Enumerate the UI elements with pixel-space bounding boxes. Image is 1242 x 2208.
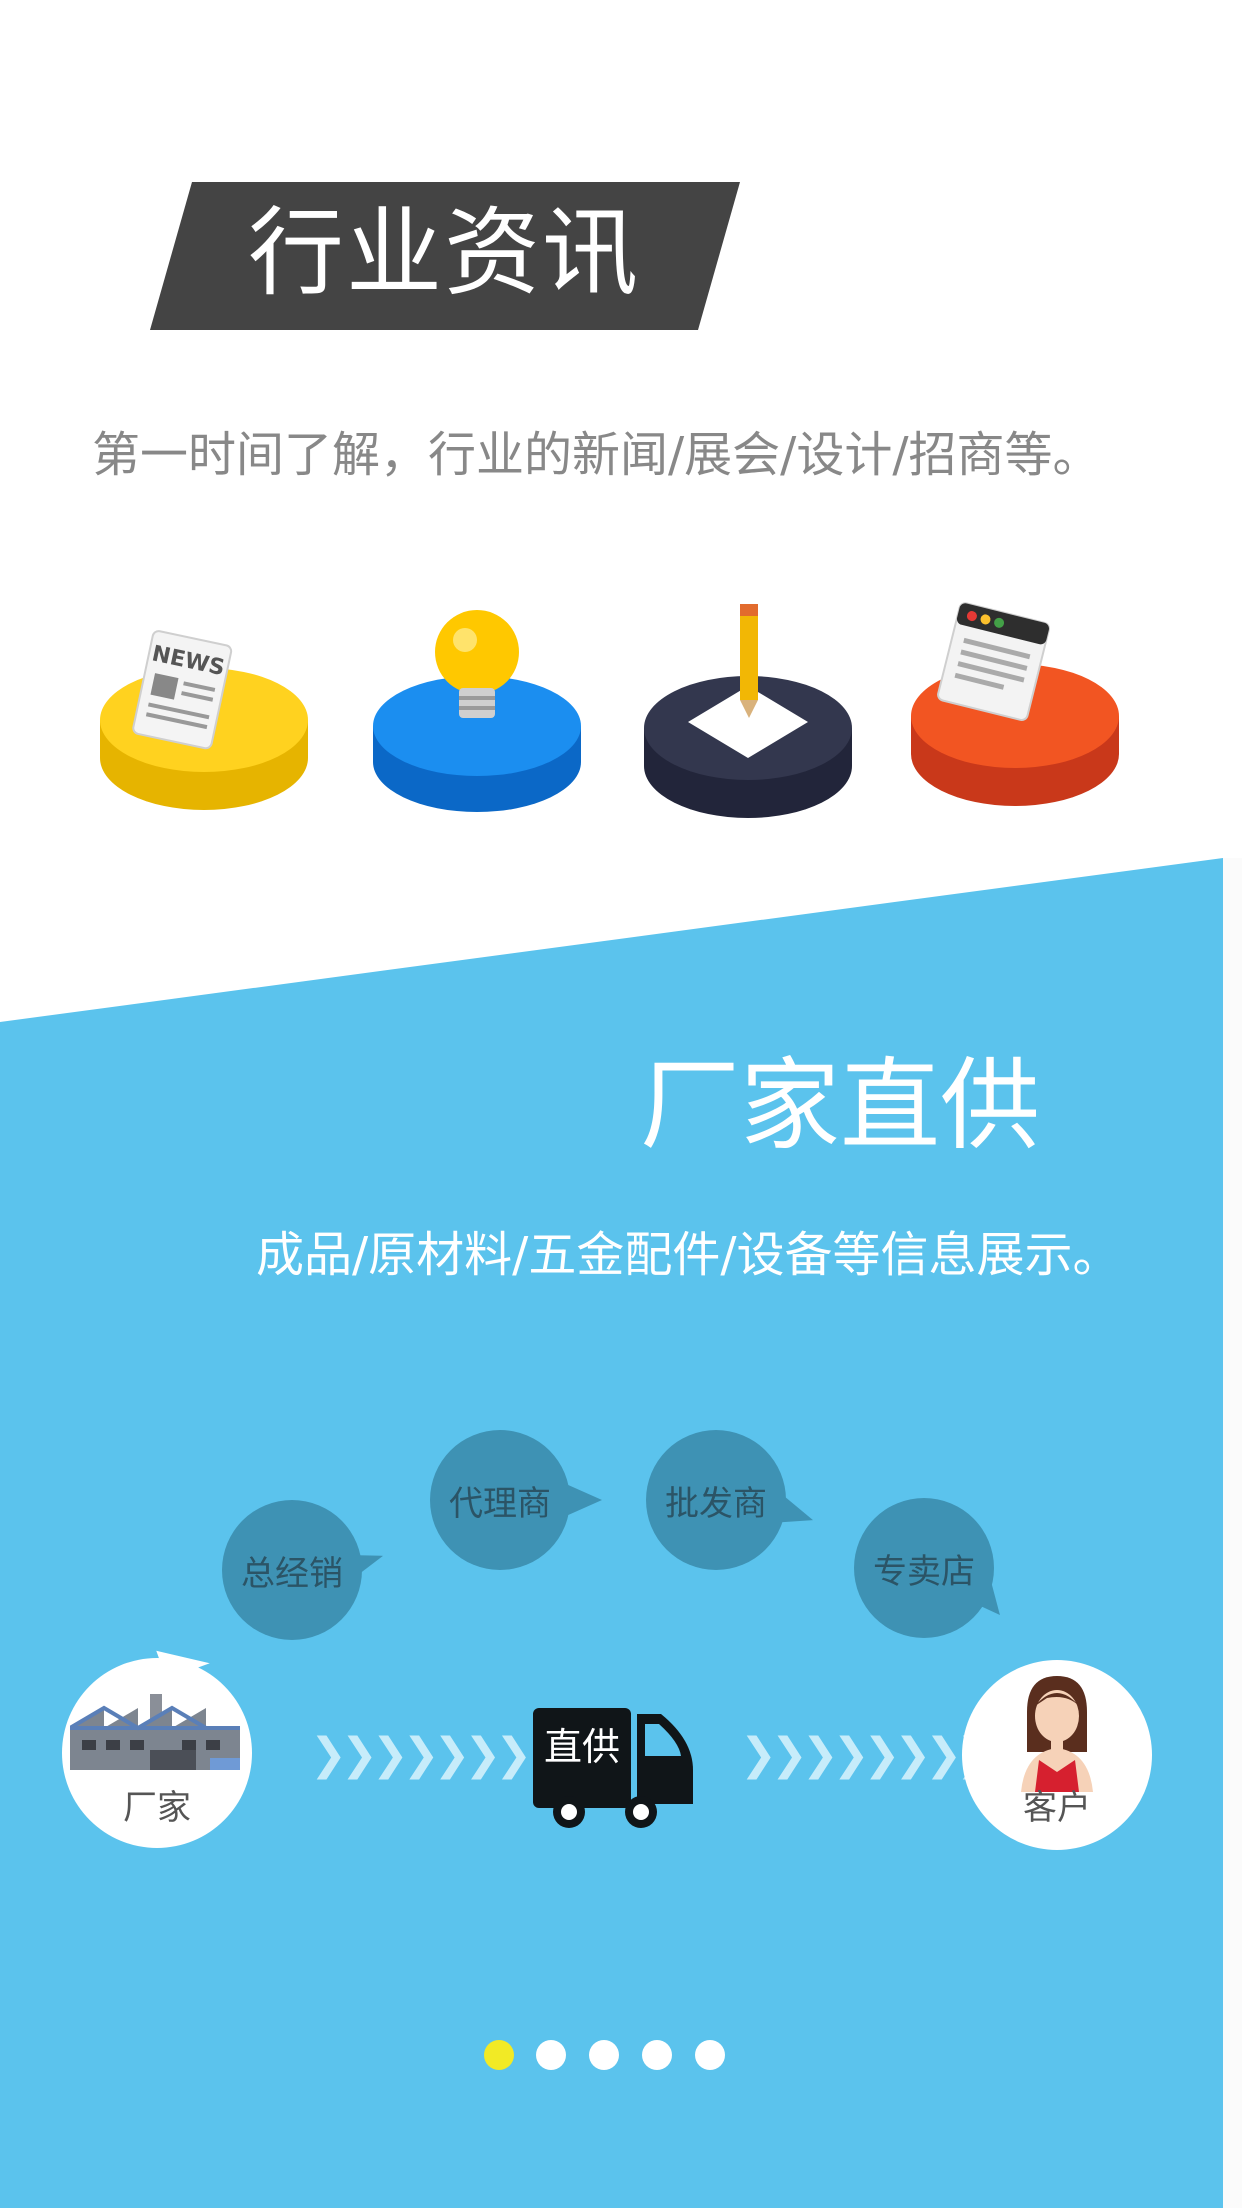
customer-label: 客户 [1023, 1788, 1091, 1828]
factory-title: 厂家直供 [640, 1047, 1040, 1164]
page-dot-1[interactable] [484, 2040, 514, 2070]
truck-label: 直供 [543, 1725, 620, 1769]
right-edge-strip [1223, 858, 1242, 2208]
page-dot-4[interactable] [642, 2040, 672, 2070]
lightbulb-icon [365, 590, 590, 830]
bubble-tail [566, 1484, 602, 1516]
channel-label: 代理商 [449, 1483, 551, 1524]
channel-bubble-specialty-store: 专卖店 [854, 1498, 994, 1638]
page-dot-3[interactable] [589, 2040, 619, 2070]
news-subtitle: 第一时间了解，行业的新闻/展会/设计/招商等。 [92, 427, 1101, 483]
page-dot-5[interactable] [695, 2040, 725, 2070]
channel-bubble-agent: 代理商 [430, 1430, 570, 1570]
channel-bubble-general-distributor: 总经销 [222, 1500, 362, 1640]
manufacturer-circle: 厂家 [62, 1658, 252, 1848]
manufacturer-label: 厂家 [123, 1788, 191, 1828]
channel-bubble-wholesaler: 批发商 [646, 1430, 786, 1570]
browser-window-icon [903, 590, 1128, 830]
page-title: 行业资讯 [248, 197, 640, 309]
pencil-pad-icon [636, 590, 861, 830]
news-icon: NEWS [92, 590, 317, 830]
factory-icon [70, 1694, 240, 1770]
customer-circle: 客户 [962, 1660, 1152, 1850]
page-dot-2[interactable] [536, 2040, 566, 2070]
channel-label: 专卖店 [873, 1551, 975, 1592]
factory-subtitle: 成品/原材料/五金配件/设备等信息展示。 [256, 1227, 1121, 1283]
channel-label: 批发商 [665, 1483, 767, 1524]
customer-avatar-icon [1021, 1676, 1093, 1792]
channel-label: 总经销 [241, 1553, 343, 1594]
